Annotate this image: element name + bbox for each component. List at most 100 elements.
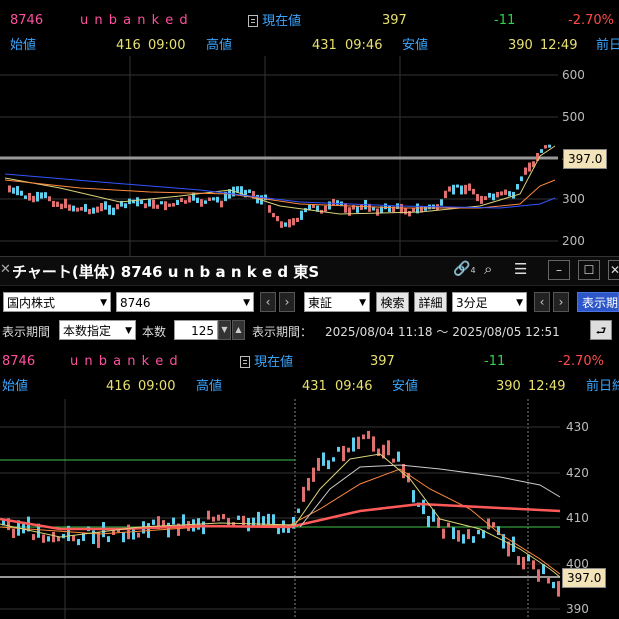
detail-button[interactable]: 詳細 [414, 292, 447, 312]
top-change: -11 [494, 13, 516, 28]
candle [540, 149, 543, 153]
candle [8, 185, 11, 193]
next-code-button[interactable]: › [279, 292, 295, 312]
top-stock-code: 8746 [10, 13, 44, 28]
candle [208, 197, 211, 201]
candle [342, 445, 345, 462]
candle [300, 210, 303, 220]
candle [324, 205, 327, 212]
bottom-open-value: 416 [106, 379, 131, 394]
count-increase-button[interactable]: ▲ [232, 320, 245, 340]
candle [484, 196, 487, 201]
candle [267, 513, 270, 525]
period-mode-select[interactable]: 本数指定 ▼ [59, 320, 136, 340]
close-button[interactable]: ✕ [608, 260, 619, 280]
candle [36, 191, 39, 202]
prev-code-button[interactable]: ‹ [260, 292, 276, 312]
candle [347, 447, 350, 453]
bottom-open-label: 始値 [2, 379, 29, 394]
minimize-button[interactable]: – [548, 260, 570, 280]
candle [492, 193, 495, 201]
code-input[interactable]: 8746 ▼ [116, 292, 254, 312]
candle [57, 536, 60, 542]
display-period-button[interactable]: 表示期 [577, 292, 619, 312]
candle [360, 204, 363, 210]
window-titlebar[interactable]: ✕ チャート(単体) 8746 u n b a n k e d 東S 🔗4 ⌕ … [0, 256, 619, 286]
interval-select-value: 3分足 [456, 296, 488, 310]
document-icon[interactable] [240, 356, 250, 368]
candle [220, 200, 223, 208]
period-mode-value: 本数指定 [63, 324, 112, 338]
candle [272, 213, 275, 218]
collapse-icon[interactable]: ✕ [0, 262, 11, 277]
search-button[interactable]: 検索 [376, 292, 409, 312]
candle [522, 557, 525, 570]
candle [447, 522, 450, 528]
y-tick-label: 410 [566, 511, 589, 525]
candle [296, 217, 299, 223]
candle [472, 188, 475, 195]
candle [164, 201, 167, 211]
bottom-current-group: 現在値 [240, 354, 293, 371]
count-input[interactable]: 125 [174, 320, 218, 340]
candle [227, 518, 230, 526]
candle [167, 522, 170, 538]
candle [367, 430, 370, 439]
candle [52, 200, 55, 207]
refresh-button[interactable]: ⮐ [590, 320, 612, 340]
candle [56, 201, 59, 207]
candle [440, 199, 443, 206]
candle [248, 189, 251, 193]
candle [284, 222, 287, 227]
candle [332, 457, 335, 462]
candle [508, 191, 511, 197]
candle [460, 185, 463, 195]
exchange-select[interactable]: 東証 ▼ [304, 292, 370, 312]
y-tick-label: 500 [562, 110, 585, 124]
prev-interval-button[interactable]: ‹ [534, 292, 550, 312]
candle [42, 534, 45, 543]
candle [20, 190, 23, 196]
candle [496, 191, 499, 198]
ma-short-line [0, 453, 561, 578]
range-label: 表示期間： [252, 325, 313, 339]
candle [520, 176, 523, 182]
candle [517, 556, 520, 565]
candle [422, 499, 425, 515]
candle [207, 510, 210, 520]
next-interval-button[interactable]: › [553, 292, 569, 312]
top-open-label: 始値 [10, 38, 37, 53]
document-icon[interactable] [248, 15, 258, 27]
candle [217, 514, 220, 521]
chevron-down-icon: ▼ [359, 298, 366, 308]
link-icon[interactable]: 🔗4 [453, 261, 476, 277]
candle [472, 536, 475, 543]
candle [12, 528, 15, 539]
candle [376, 208, 379, 216]
exchange-select-value: 東証 [308, 296, 333, 310]
candle [77, 539, 80, 546]
candle [488, 192, 491, 198]
y-tick-label: 390 [566, 602, 589, 616]
candle [437, 517, 440, 528]
candle [557, 581, 560, 597]
count-decrease-button[interactable]: ▼ [218, 320, 231, 340]
candle [456, 184, 459, 188]
top-price-chart[interactable]: 600500400300200 [0, 56, 619, 256]
top-change-pct: -2.70% [568, 13, 614, 28]
menu-icon[interactable]: ☰ [514, 260, 527, 278]
interval-select[interactable]: 3分足 ▼ [452, 292, 527, 312]
search-icon[interactable]: ⌕ [484, 260, 492, 278]
candle [152, 519, 155, 525]
bottom-high-value: 431 [302, 379, 327, 394]
maximize-button[interactable]: ☐ [578, 260, 600, 280]
bottom-high-time: 09:46 [335, 379, 373, 394]
bottom-price-chart[interactable]: 430420410400390 [0, 399, 619, 619]
candle [516, 184, 519, 190]
top-open-value: 416 [116, 38, 141, 53]
top-high-label: 高値 [206, 38, 233, 53]
candle [388, 205, 391, 213]
market-select[interactable]: 国内株式 ▼ [3, 292, 111, 312]
top-low-label: 安値 [402, 38, 429, 53]
candle [40, 192, 43, 199]
